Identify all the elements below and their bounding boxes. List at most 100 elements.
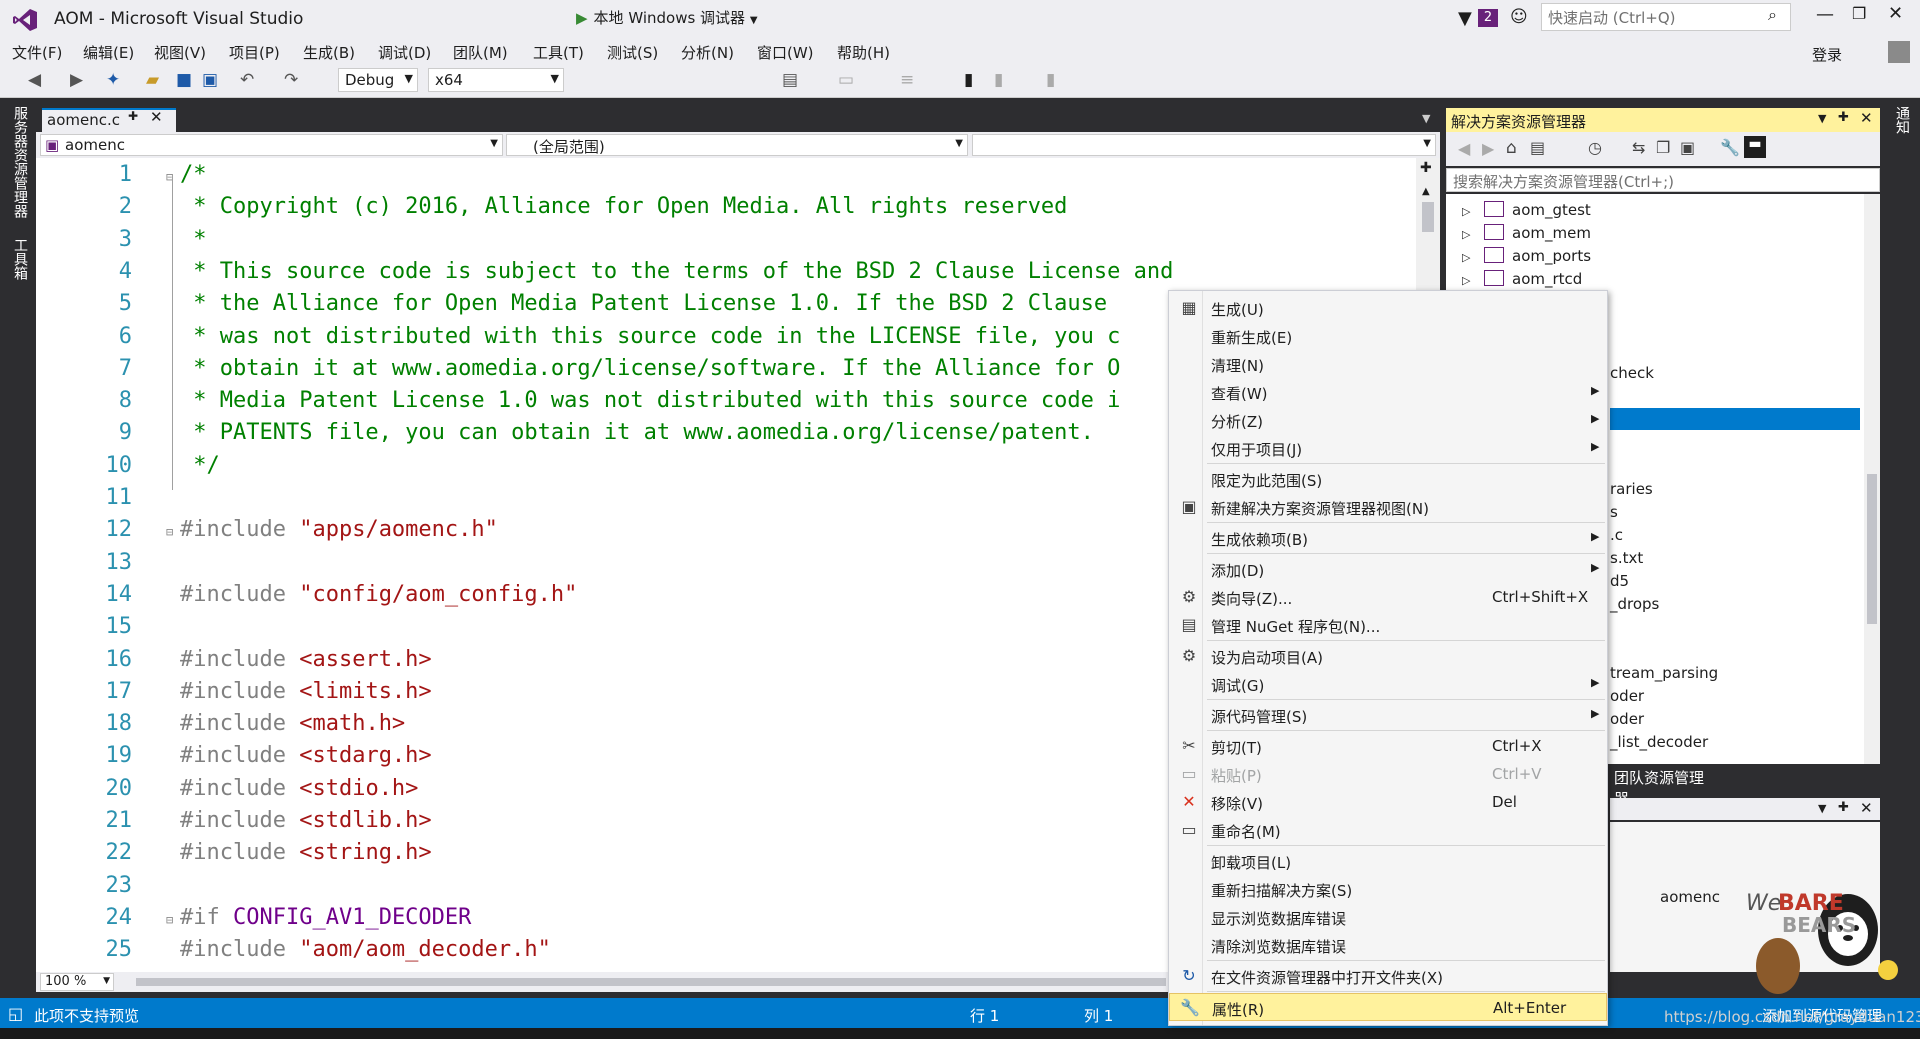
tree-item-label[interactable]: tream_parsing xyxy=(1610,664,1718,682)
forward-icon[interactable]: ▶ xyxy=(1482,139,1494,158)
tree-item[interactable]: ▷ aom_mem xyxy=(1462,224,1591,242)
project-dropdown[interactable]: aomenc ▼ ▣ xyxy=(40,134,503,156)
tree-item-label[interactable]: _drops xyxy=(1610,595,1659,613)
zoom-select[interactable]: 100 % ▼ xyxy=(40,973,114,991)
menu-edit[interactable]: 编辑(E) xyxy=(83,42,134,63)
scroll-up-icon[interactable]: ▲ xyxy=(1422,186,1430,197)
context-menu-item[interactable]: 分析(Z) ▶ xyxy=(1169,406,1607,434)
sync-icon[interactable]: ⇆ xyxy=(1632,138,1645,157)
context-menu-item[interactable]: ⚙ 类向导(Z)... Ctrl+Shift+X xyxy=(1169,583,1607,611)
collapse-icon[interactable]: ⊟ xyxy=(166,525,173,539)
undo-icon[interactable]: ↶ xyxy=(240,70,254,90)
save-icon[interactable]: ■ xyxy=(176,70,192,90)
maximize-button[interactable]: ❐ xyxy=(1852,4,1866,23)
context-menu-item[interactable]: 添加(D) ▶ xyxy=(1169,555,1607,583)
pin-icon[interactable]: ✚ xyxy=(128,109,138,123)
feedback-icon[interactable]: ☺ xyxy=(1510,7,1528,27)
menu-build[interactable]: 生成(B) xyxy=(303,42,355,63)
switch-views-icon[interactable]: ▤ xyxy=(1530,138,1545,157)
solution-explorer-search[interactable]: 搜索解决方案资源管理器(Ctrl+;) xyxy=(1446,168,1880,192)
tree-item-label[interactable]: d5 xyxy=(1610,572,1629,590)
tree-item-label[interactable]: raries xyxy=(1610,480,1653,498)
menu-test[interactable]: 测试(S) xyxy=(607,42,658,63)
tree-item-label[interactable]: s.txt xyxy=(1610,549,1643,567)
new-project-icon[interactable]: ✦ xyxy=(106,70,120,90)
clear-bookmark-icon[interactable]: ▮ xyxy=(1046,70,1055,90)
menu-project[interactable]: 项目(P) xyxy=(229,42,280,63)
team-explorer-tab[interactable]: 团队资源管理器 xyxy=(1610,766,1720,808)
selected-tree-item[interactable] xyxy=(1610,408,1860,430)
context-menu-item[interactable]: ▤ 管理 NuGet 程序包(N)... xyxy=(1169,611,1607,639)
start-debugging-button[interactable]: ▶ 本地 Windows 调试器 ▼ xyxy=(576,7,758,28)
notification-badge[interactable]: 2 xyxy=(1478,9,1498,27)
menu-help[interactable]: 帮助(H) xyxy=(837,42,890,63)
preview-icon[interactable]: ▬ xyxy=(1744,136,1766,158)
save-all-icon[interactable]: ▣ xyxy=(202,70,218,90)
context-menu-item[interactable]: ▣ 新建解决方案资源管理器视图(N) xyxy=(1169,493,1607,521)
tree-item-label[interactable]: oder xyxy=(1610,710,1644,728)
open-file-icon[interactable]: ▰ xyxy=(146,70,159,90)
prev-bookmark-icon[interactable]: ▮ xyxy=(994,70,1003,90)
scroll-thumb[interactable] xyxy=(1867,474,1877,624)
scroll-thumb[interactable] xyxy=(1422,202,1434,232)
configuration-select[interactable]: Debug ▼ xyxy=(338,68,418,92)
close-button[interactable]: ✕ xyxy=(1888,3,1903,24)
step-icon[interactable]: ▭ xyxy=(838,70,854,90)
menu-tools[interactable]: 工具(T) xyxy=(533,42,584,63)
back-icon[interactable]: ◀ xyxy=(1458,139,1470,158)
panel-menu-icon[interactable]: ▼ xyxy=(1818,112,1826,125)
bookmark-icon[interactable]: ▮ xyxy=(964,70,973,90)
context-menu-item[interactable]: 🔧 属性(R) Alt+Enter xyxy=(1169,993,1607,1021)
menu-window[interactable]: 窗口(W) xyxy=(757,42,814,63)
show-all-files-icon[interactable]: ▣ xyxy=(1680,138,1695,157)
server-explorer-tab[interactable]: 服务器资源管理器 xyxy=(10,106,30,218)
notification-filter-icon[interactable]: ▼ xyxy=(1458,8,1472,29)
login-link[interactable]: 登录 xyxy=(1812,44,1842,65)
search-icon[interactable]: ⌕ xyxy=(1768,5,1777,25)
context-menu-item[interactable]: ⚙ 设为启动项目(A) xyxy=(1169,642,1607,670)
context-menu-item[interactable]: 限定为此范围(S) xyxy=(1169,465,1607,493)
minimize-button[interactable]: — xyxy=(1816,4,1834,25)
context-menu-item[interactable]: 清理(N) xyxy=(1169,350,1607,378)
tab-list-icon[interactable]: ▼ xyxy=(1422,112,1430,125)
tree-scrollbar[interactable] xyxy=(1864,194,1880,764)
pin-icon[interactable]: ✚ xyxy=(1838,800,1849,815)
tree-item-label[interactable]: oder xyxy=(1610,687,1644,705)
pin-icon[interactable]: ✚ xyxy=(1838,110,1849,125)
context-menu-item[interactable]: 重新生成(E) xyxy=(1169,322,1607,350)
tree-item[interactable]: ▷ aom_ports xyxy=(1462,247,1591,265)
menu-debug[interactable]: 调试(D) xyxy=(378,42,431,63)
tab-close-icon[interactable]: ✕ xyxy=(150,108,163,126)
context-menu-item[interactable]: 源代码管理(S) ▶ xyxy=(1169,701,1607,729)
expand-icon[interactable]: ▷ xyxy=(1462,274,1484,287)
tree-item-label[interactable]: _list_decoder xyxy=(1610,733,1708,751)
context-menu-item[interactable]: 显示浏览数据库错误 xyxy=(1169,903,1607,931)
panel-close-icon[interactable]: ✕ xyxy=(1860,109,1873,127)
tree-item-label[interactable]: .c xyxy=(1610,526,1623,544)
context-menu-item[interactable]: 仅用于项目(J) ▶ xyxy=(1169,434,1607,462)
comment-icon[interactable]: ≡ xyxy=(900,70,914,90)
notifications-tab[interactable]: 通知 xyxy=(1892,106,1912,134)
collapse-all-icon[interactable]: ❐ xyxy=(1656,138,1670,157)
context-menu-item[interactable]: ▦ 生成(U) xyxy=(1169,294,1607,322)
tree-item[interactable]: ▷ aom_rtcd xyxy=(1462,270,1582,288)
tree-item-label[interactable]: check xyxy=(1610,364,1654,382)
context-menu-item[interactable]: 重新扫描解决方案(S) xyxy=(1169,875,1607,903)
expand-icon[interactable]: ▷ xyxy=(1462,205,1484,218)
context-menu-item[interactable]: 调试(G) ▶ xyxy=(1169,670,1607,698)
panel-menu-icon[interactable]: ▼ xyxy=(1818,802,1826,815)
panel-close-icon[interactable]: ✕ xyxy=(1860,799,1873,817)
forward-icon[interactable]: ▶ xyxy=(70,70,83,90)
context-menu-item[interactable]: ▭ 重命名(M) xyxy=(1169,816,1607,844)
menu-file[interactable]: 文件(F) xyxy=(12,42,62,63)
redo-icon[interactable]: ↷ xyxy=(284,70,298,90)
context-menu-item[interactable]: ✕ 移除(V) Del xyxy=(1169,788,1607,816)
member-dropdown[interactable]: ▼ xyxy=(972,134,1436,156)
find-icon[interactable]: ▤ xyxy=(782,70,798,90)
back-icon[interactable]: ◀ xyxy=(28,70,41,90)
context-menu-item[interactable]: 生成依赖项(B) ▶ xyxy=(1169,524,1607,552)
home-icon[interactable]: ⌂ xyxy=(1506,138,1517,158)
properties-icon[interactable]: 🔧 xyxy=(1720,138,1740,157)
horizontal-scroll-thumb[interactable] xyxy=(136,978,1166,986)
context-menu-item[interactable]: 查看(W) ▶ xyxy=(1169,378,1607,406)
